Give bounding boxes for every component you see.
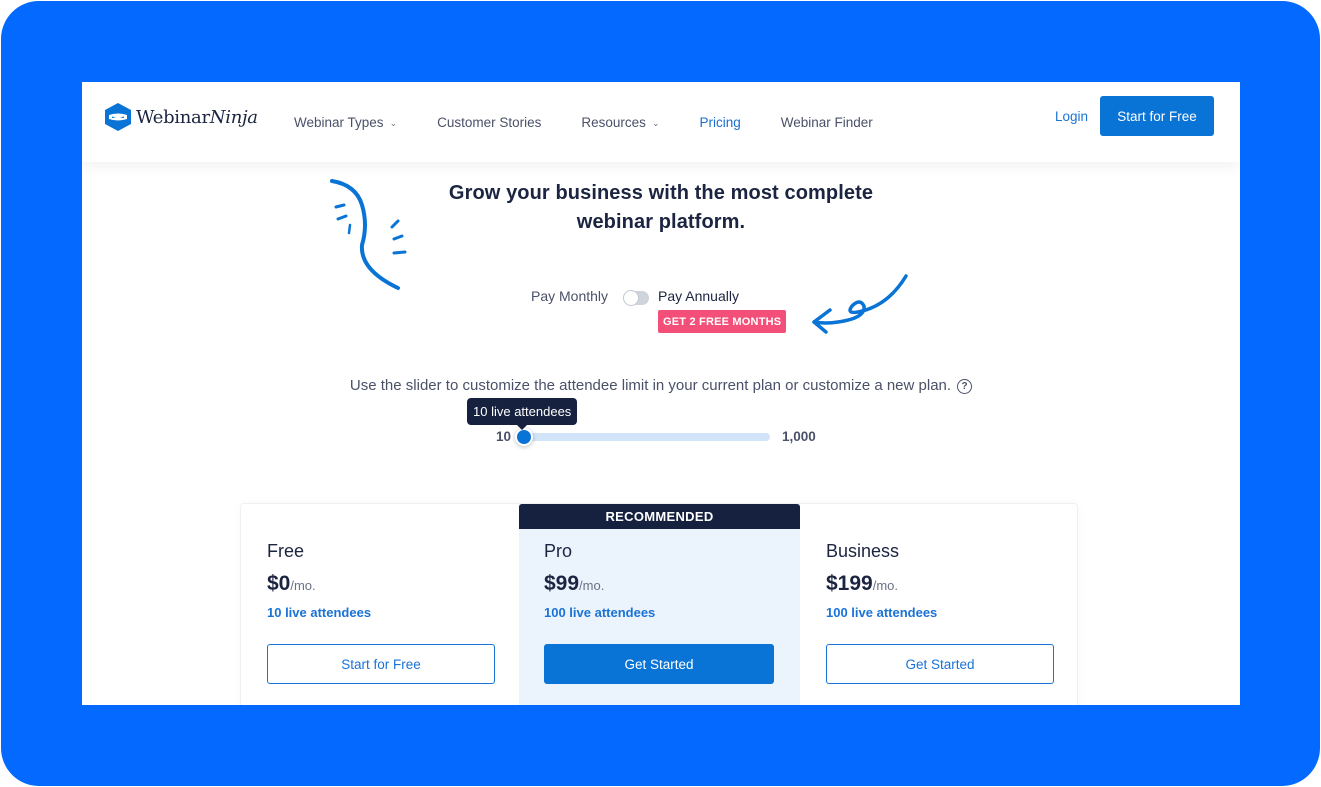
chevron-down-icon: ⌄ <box>389 117 398 128</box>
nav-webinar-types[interactable]: Webinar Types ⌄ <box>294 115 397 130</box>
price-amount: $199 <box>826 572 873 595</box>
price-period: /mo. <box>872 578 899 593</box>
plan-name: Free <box>267 541 305 561</box>
plan-price: $199/mo. <box>826 572 898 596</box>
nav-resources[interactable]: Resources ⌄ <box>581 115 659 130</box>
slider-instructions-text: Use the slider to customize the attendee… <box>349 377 952 394</box>
nav-label: Customer Stories <box>437 114 542 130</box>
start-for-free-button[interactable]: Start for Free <box>1100 96 1214 136</box>
plan-card-free: Free $0/mo. 10 live attendees Start for … <box>241 504 519 705</box>
nav-webinar-finder[interactable]: Webinar Finder <box>781 115 873 130</box>
nav-customer-stories[interactable]: Customer Stories <box>437 115 541 130</box>
doodle-arrow-icon <box>812 274 908 334</box>
nav-label: Pricing <box>699 114 741 130</box>
plan-price: $0/mo. <box>267 572 316 596</box>
plan-price: $99/mo. <box>544 572 604 596</box>
slider-instructions: Use the slider to customize the attendee… <box>82 377 1240 394</box>
pricing-page: WebinarNinja Webinar Types ⌄ Customer St… <box>82 82 1240 705</box>
pricing-plans: Free $0/mo. 10 live attendees Start for … <box>240 503 1078 705</box>
nav-label: Webinar Finder <box>780 114 873 130</box>
site-header: WebinarNinja Webinar Types ⌄ Customer St… <box>82 82 1240 162</box>
toggle-knob <box>623 290 639 306</box>
plan-attendees: 10 live attendees <box>267 605 372 620</box>
price-period: /mo. <box>579 578 605 593</box>
slider-tooltip: 10 live attendees <box>467 398 578 430</box>
help-icon[interactable]: ? <box>957 379 973 394</box>
hero-title-line1: Grow your business with the most complet… <box>448 182 874 204</box>
get-started-pro-button[interactable]: Get Started <box>544 644 774 684</box>
price-period: /mo. <box>290 578 316 593</box>
login-link[interactable]: Login <box>1055 109 1088 124</box>
billing-toggle[interactable] <box>623 290 649 306</box>
pay-monthly-label[interactable]: Pay Monthly <box>531 288 608 304</box>
main-nav: Webinar Types ⌄ Customer Stories Resourc… <box>294 82 913 162</box>
slider-thumb[interactable] <box>515 428 533 446</box>
plan-attendees: 100 live attendees <box>826 605 938 620</box>
plan-name: Pro <box>544 541 573 561</box>
attendee-slider: 10 10 live attendees 1,000 <box>467 398 836 448</box>
slider-max-label: 1,000 <box>782 429 816 444</box>
slider-min-label: 10 <box>496 429 512 444</box>
nav-label: Resources <box>581 114 646 130</box>
nav-label: Webinar Types <box>294 114 384 130</box>
hero-title: Grow your business with the most complet… <box>82 179 1240 237</box>
plan-attendees: 100 live attendees <box>544 605 656 620</box>
recommended-banner: RECOMMENDED <box>519 504 800 529</box>
slider-track[interactable] <box>515 428 770 446</box>
get-started-business-button[interactable]: Get Started <box>826 644 1054 684</box>
hero-title-line2: webinar platform. <box>576 211 746 233</box>
promo-badge: GET 2 FREE MONTHS <box>658 310 787 333</box>
plan-card-pro: Pro $99/mo. 100 live attendees Get Start… <box>519 504 800 705</box>
logo-text: WebinarNinja <box>136 106 258 128</box>
price-amount: $99 <box>544 572 580 595</box>
plan-name: Business <box>826 541 900 561</box>
start-for-free-plan-button[interactable]: Start for Free <box>267 644 495 684</box>
ninja-logo-icon <box>105 103 131 131</box>
nav-pricing[interactable]: Pricing <box>699 115 740 130</box>
price-amount: $0 <box>267 572 291 595</box>
chevron-down-icon: ⌄ <box>651 117 660 128</box>
logo[interactable]: WebinarNinja <box>104 102 258 132</box>
plan-card-business: Business $199/mo. 100 live attendees Get… <box>800 504 1079 705</box>
pay-annually-label[interactable]: Pay Annually <box>658 288 739 304</box>
